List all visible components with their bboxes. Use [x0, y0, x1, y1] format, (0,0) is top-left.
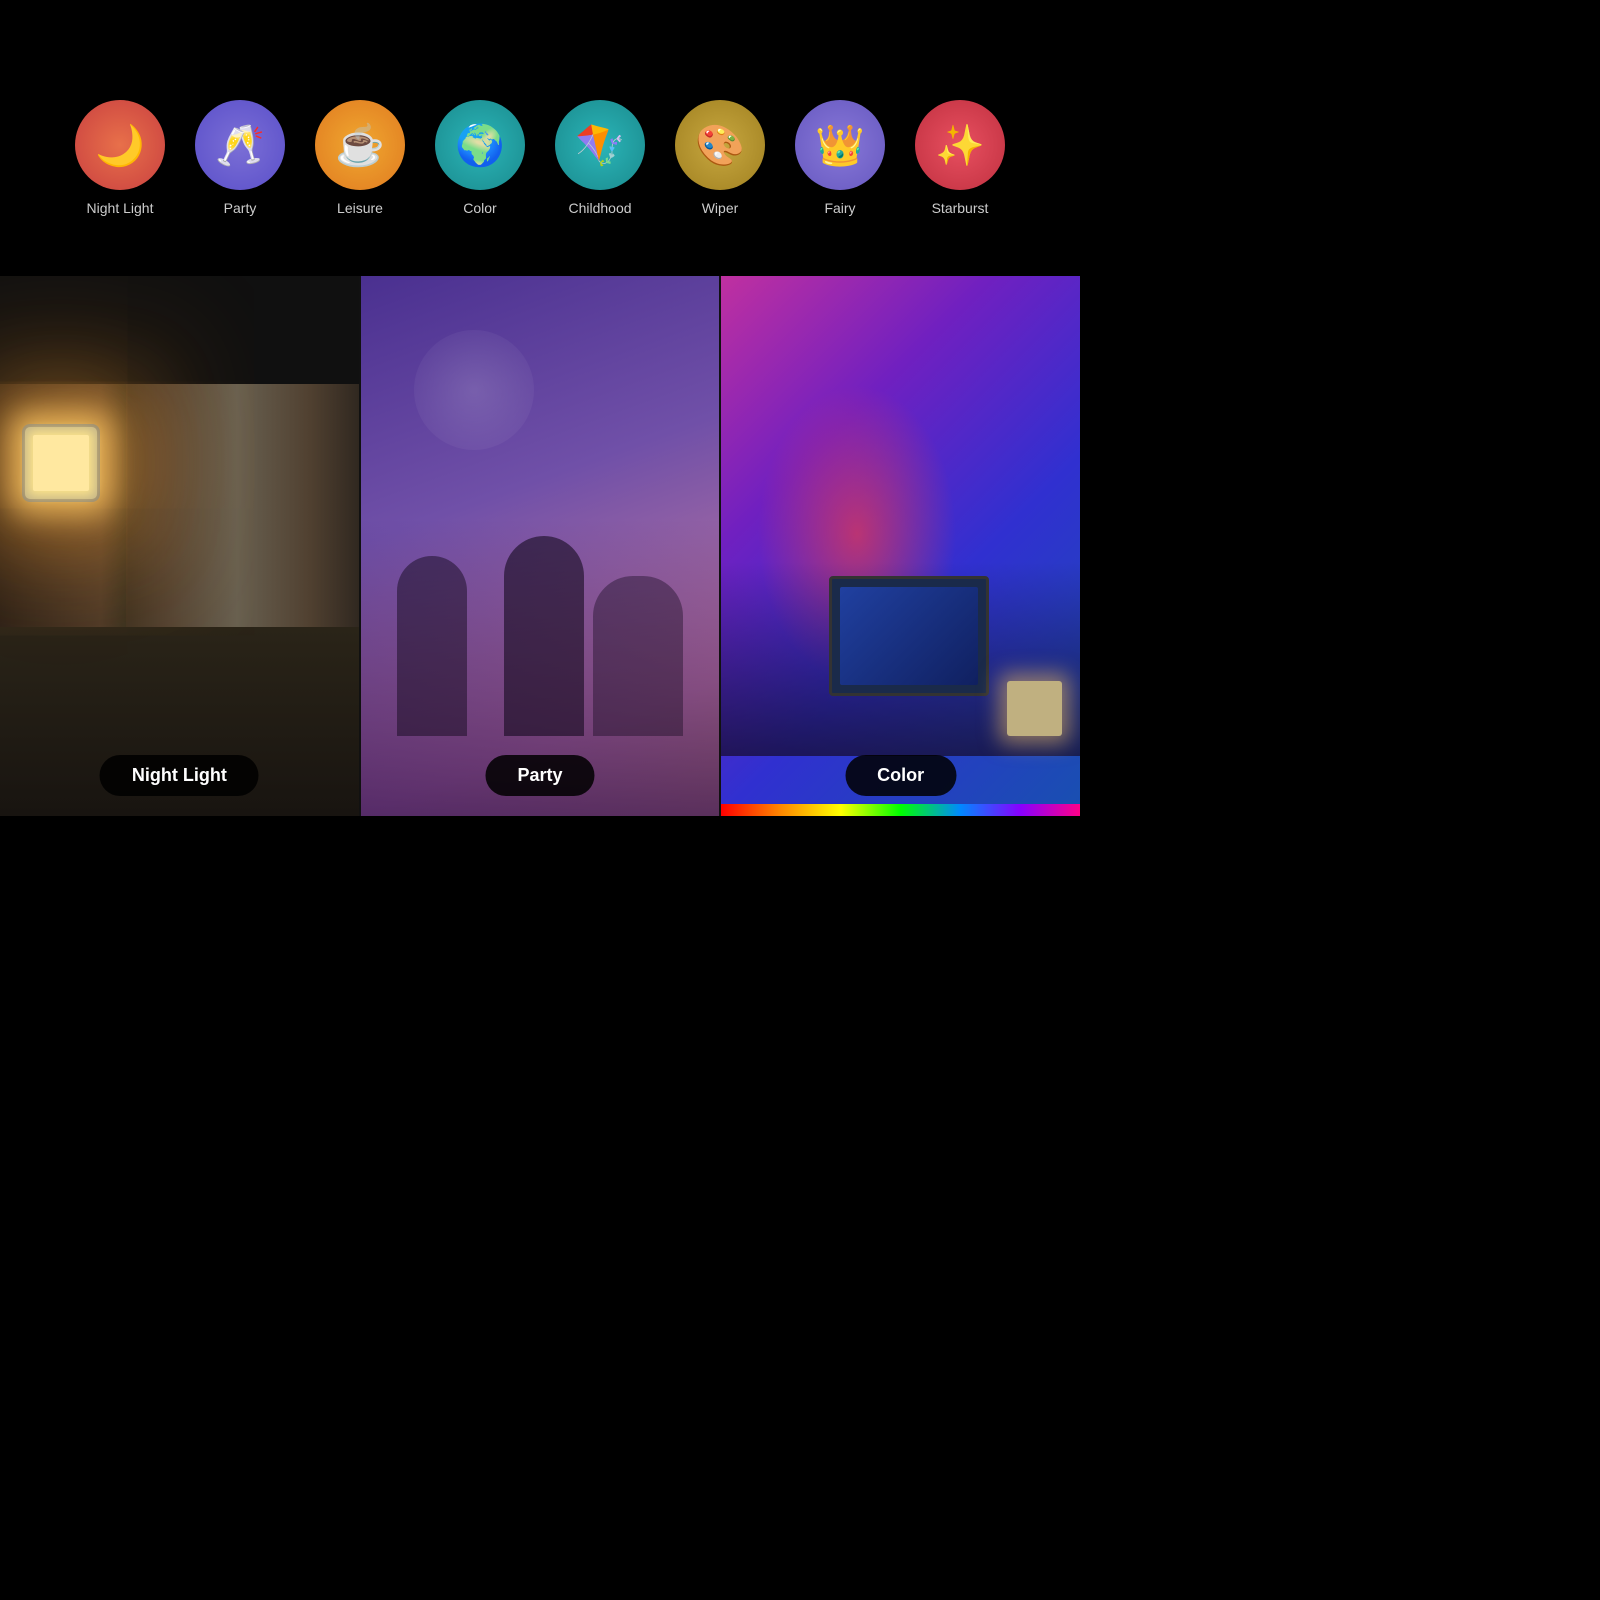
mode-label-childhood: Childhood: [568, 200, 631, 216]
mode-item-starburst[interactable]: ✨ Starburst: [910, 100, 1010, 216]
photo-label-night-light-photo: Night Light: [100, 755, 259, 796]
mode-icon-fairy: 👑: [795, 100, 885, 190]
mode-icon-childhood: 🪁: [555, 100, 645, 190]
mode-label-color: Color: [463, 200, 496, 216]
mode-item-night-light[interactable]: 🌙 Night Light: [70, 100, 170, 216]
mode-icon-party: 🥂: [195, 100, 285, 190]
mode-item-childhood[interactable]: 🪁 Childhood: [550, 100, 650, 216]
mode-label-starburst: Starburst: [932, 200, 989, 216]
mode-icon-leisure: ☕: [315, 100, 405, 190]
mode-icon-color: 🌍: [435, 100, 525, 190]
mode-label-wiper: Wiper: [702, 200, 739, 216]
night-light-scene: [0, 276, 359, 816]
photo-panel-color-photo: Color: [721, 276, 1080, 816]
mode-item-color[interactable]: 🌍 Color: [430, 100, 530, 216]
monitor: [829, 576, 989, 696]
party-scene: [361, 276, 720, 816]
ceiling: [0, 276, 359, 384]
mode-label-party: Party: [224, 200, 257, 216]
modes-row: 🌙 Night Light 🥂 Party ☕ Leisure 🌍 Color 🪁 Childho…: [60, 80, 1020, 256]
mode-item-leisure[interactable]: ☕ Leisure: [310, 100, 410, 216]
mode-icon-night-light: 🌙: [75, 100, 165, 190]
photos-section: Night Light Party Color: [0, 276, 1080, 816]
photo-panel-party-photo: Party: [361, 276, 720, 816]
rainbow-bar: [721, 804, 1080, 816]
photo-label-color-photo: Color: [845, 755, 956, 796]
mode-icon-starburst: ✨: [915, 100, 1005, 190]
mode-label-night-light: Night Light: [87, 200, 154, 216]
mode-item-fairy[interactable]: 👑 Fairy: [790, 100, 890, 216]
mode-label-leisure: Leisure: [337, 200, 383, 216]
mode-label-fairy: Fairy: [824, 200, 855, 216]
mode-item-party[interactable]: 🥂 Party: [190, 100, 290, 216]
photo-panel-night-light-photo: Night Light: [0, 276, 359, 816]
color-scene: [721, 276, 1080, 816]
photo-label-party-photo: Party: [485, 755, 594, 796]
mode-item-wiper[interactable]: 🎨 Wiper: [670, 100, 770, 216]
wall-device: [25, 427, 97, 499]
top-section: 🌙 Night Light 🥂 Party ☕ Leisure 🌍 Color 🪁 Childho…: [0, 0, 1080, 276]
mode-icon-wiper: 🎨: [675, 100, 765, 190]
